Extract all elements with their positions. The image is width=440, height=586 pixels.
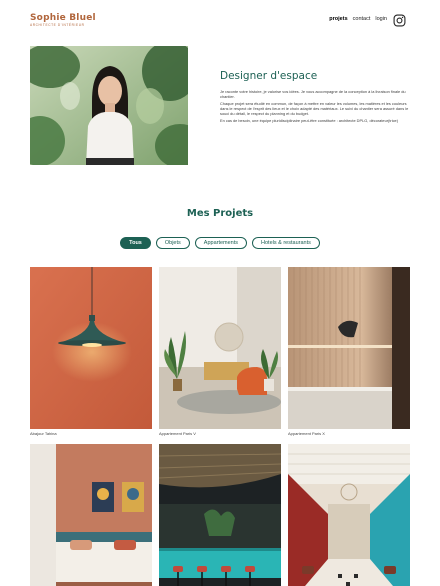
project-image xyxy=(159,444,281,586)
project-card[interactable] xyxy=(159,444,281,586)
main-nav: projets contact login xyxy=(329,16,387,22)
project-card[interactable]: Appartement Paris V xyxy=(159,267,281,437)
intro-title: Designer d'espace xyxy=(220,70,318,82)
nav-contact[interactable]: contact xyxy=(353,16,371,22)
instagram-icon[interactable] xyxy=(393,14,406,27)
intro-paragraph: Chaque projet sera étudié en commun, de … xyxy=(220,101,409,116)
filter-all-button[interactable]: Tous xyxy=(120,237,151,249)
intro-paragraph: Je raconte votre histoire, je valorise v… xyxy=(220,89,406,99)
project-caption: Appartement Paris V xyxy=(159,431,196,436)
logo-subtitle: Architecte d'intérieur xyxy=(30,23,85,27)
project-card[interactable] xyxy=(30,444,152,586)
nav-login[interactable]: login xyxy=(375,16,387,22)
filter-hotels-button[interactable]: Hotels & restaurants xyxy=(252,237,320,249)
intro-section: Designer d'espace Je raconte votre histo… xyxy=(220,70,410,125)
logo-title: Sophie Bluel xyxy=(30,13,96,23)
projects-title: Mes Projets xyxy=(186,208,254,219)
filter-objects-button[interactable]: Objets xyxy=(155,237,190,249)
project-card[interactable]: Abajour Tahina xyxy=(30,267,152,437)
project-image xyxy=(30,444,152,586)
project-image xyxy=(30,267,152,429)
project-caption: Abajour Tahina xyxy=(30,431,57,436)
nav-projets[interactable]: projets xyxy=(329,16,347,22)
filter-apartments-button[interactable]: Appartements xyxy=(194,237,248,249)
filter-bar: Tous Objets Appartements Hotels & restau… xyxy=(0,237,440,249)
project-caption: Appartement Paris X xyxy=(288,431,325,436)
architect-portrait xyxy=(30,46,188,165)
site-header: Sophie Bluel Architecte d'intérieur proj… xyxy=(0,0,440,40)
project-image xyxy=(159,267,281,429)
project-image xyxy=(288,267,410,429)
site-logo[interactable]: Sophie Bluel Architecte d'intérieur xyxy=(30,13,96,27)
project-card[interactable]: Appartement Paris X xyxy=(288,267,410,437)
intro-paragraph: En cas de besoin, une équipe pluridiscip… xyxy=(220,118,398,123)
project-card[interactable] xyxy=(288,444,410,586)
project-image xyxy=(288,444,410,586)
